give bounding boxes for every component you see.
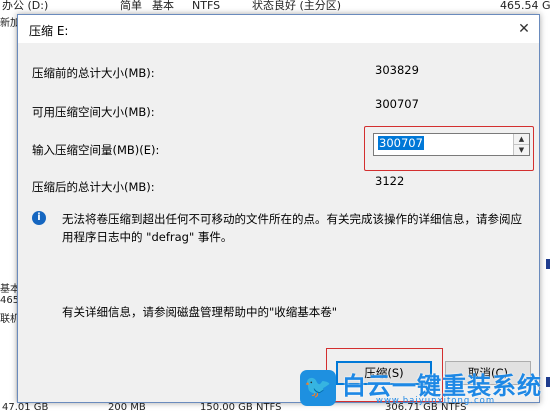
bird-icon: 🐦: [300, 370, 336, 406]
size-before-label: 压缩前的总计大小(MB):: [32, 66, 155, 80]
volume-name: 办公 (D:): [2, 0, 49, 12]
size-after-value: 3122: [375, 174, 405, 188]
dialog-titlebar[interactable]: 压缩 E: ✕: [18, 15, 539, 43]
annotation-highlight: [364, 126, 534, 171]
info-message: 无法将卷压缩到超出任何不可移动的文件所在的点。有关完成该操作的详细信息，请参阅应…: [62, 212, 522, 244]
available-value: 300707: [375, 97, 419, 111]
help-text: 有关详细信息，请参阅磁盘管理帮助中的"收缩基本卷": [62, 305, 338, 319]
volume-capacity: 465.54 G: [500, 0, 550, 12]
volume-type: 基本: [152, 0, 174, 12]
partition-size: 47.01 GB: [2, 402, 49, 413]
close-icon[interactable]: ✕: [513, 18, 535, 40]
disk-map-left: 新加 基本 465. 联机: [0, 12, 22, 413]
shrink-dialog: 压缩 E: ✕ 压缩前的总计大小(MB): 303829 可用压缩空间大小(MB…: [17, 14, 540, 403]
available-label: 可用压缩空间大小(MB):: [32, 105, 155, 119]
info-icon: i: [32, 211, 46, 225]
volume-status: 状态良好 (主分区): [252, 0, 342, 12]
volume-layout: 简单: [120, 0, 142, 12]
shrink-amount-label: 输入压缩空间量(MB)(E):: [32, 143, 160, 157]
partition-bar: [546, 259, 550, 269]
watermark: 🐦 白云一键重装系统 www.baiyunxitong.com: [296, 366, 550, 413]
size-after-label: 压缩后的总计大小(MB):: [32, 180, 155, 194]
size-before-value: 303829: [375, 63, 419, 77]
watermark-url: www.baiyunxitong.com: [376, 396, 496, 406]
partition-size: 200 MB: [108, 402, 146, 413]
dialog-title: 压缩 E:: [29, 24, 69, 38]
partition-size: 150.00 GB NTFS: [200, 402, 282, 413]
volume-fs: NTFS: [192, 0, 221, 12]
